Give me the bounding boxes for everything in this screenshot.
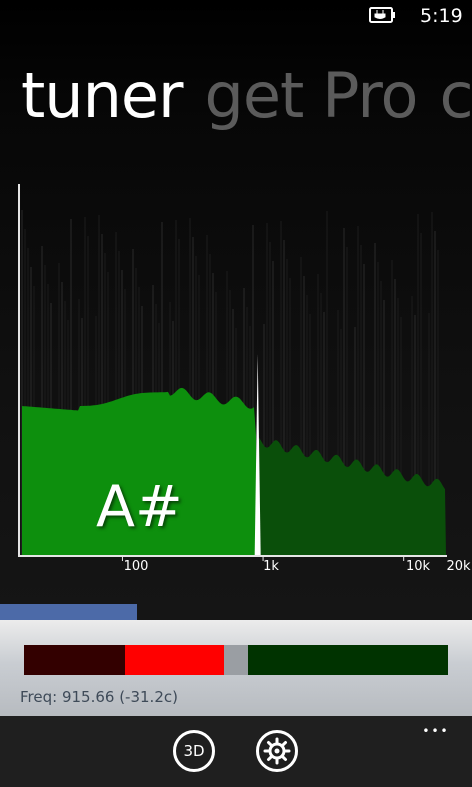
status-bar: 5:19 [0,0,472,34]
battery-charging-icon [369,7,395,23]
x-tick-label-100: 100 [123,559,149,574]
more-button[interactable]: ••• [420,724,452,738]
x-tick-label-1k: 1k [263,559,279,574]
x-tick-label-20k: 20k [446,559,471,574]
pivot-item-tuner[interactable]: tuner [21,56,184,136]
detected-note-label: A# [96,474,183,540]
3d-icon: 3D [183,742,205,760]
tuning-segment-center [224,645,248,675]
pivot-item-get-pro[interactable]: get Pro [205,56,419,136]
tuning-segment-flat [125,645,224,675]
pivot-header: tuner get Pro c [21,56,472,136]
3d-button[interactable]: 3D [173,730,215,772]
x-tick-label-10k: 10k [405,559,431,574]
pivot-item-next[interactable]: c [439,56,472,136]
status-time: 5:19 [420,5,463,27]
app-bar: 3D ••• [0,716,472,787]
settings-button[interactable] [256,730,298,772]
tuning-segment-sharp [248,645,448,675]
tuner-screen: 5:19 tuner get Pro c A# 100 1k 10k 20k Fre… [0,0,472,787]
tuning-panel: Freq: 915.66 (-31.2c) [0,620,472,716]
frequency-readout: Freq: 915.66 (-31.2c) [20,688,178,706]
level-progress-bar [0,604,137,620]
gear-icon [263,737,291,765]
tuning-segment-far-flat [24,645,125,675]
spectrum-chart [18,184,447,561]
